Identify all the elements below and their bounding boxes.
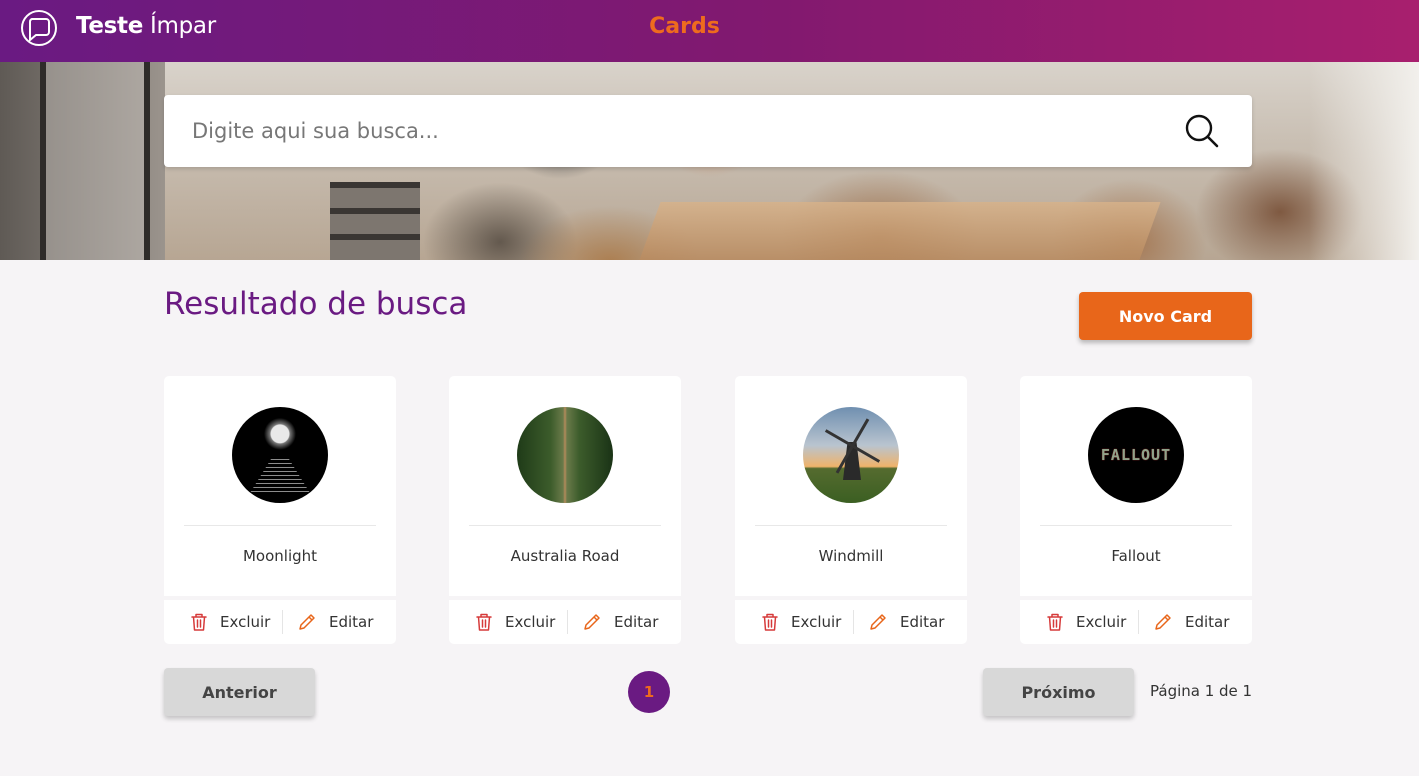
banner-door xyxy=(40,62,150,260)
card-title: Windmill xyxy=(818,547,884,565)
search-icon[interactable] xyxy=(1184,113,1220,149)
page-number-1[interactable]: 1 xyxy=(628,671,670,713)
pencil-icon xyxy=(1155,614,1171,630)
forest-road-image xyxy=(517,407,613,503)
card-divider xyxy=(1040,525,1232,526)
delete-label: Excluir xyxy=(1076,613,1127,631)
next-page-button[interactable]: Próximo xyxy=(983,668,1134,716)
delete-label: Excluir xyxy=(505,613,556,631)
card-actions: Excluir Editar xyxy=(735,600,967,644)
page-title: Cards xyxy=(649,14,720,39)
card-actions: Excluir Editar xyxy=(1020,600,1252,644)
card-divider xyxy=(469,525,661,526)
moon-reflection-waves xyxy=(250,459,310,493)
pencil-icon xyxy=(870,614,886,630)
delete-button[interactable]: Excluir xyxy=(475,600,555,644)
edit-button[interactable]: Editar xyxy=(297,600,373,644)
page-info: Página 1 de 1 xyxy=(1150,682,1253,700)
search-input[interactable] xyxy=(192,95,1152,167)
card-australia-road: Australia Road Excluir Editar xyxy=(449,376,681,644)
action-separator xyxy=(1138,610,1139,634)
card-divider xyxy=(755,525,947,526)
edit-button[interactable]: Editar xyxy=(582,600,658,644)
action-separator xyxy=(853,610,854,634)
previous-page-button[interactable]: Anterior xyxy=(164,668,315,716)
card-moonlight: Moonlight Excluir Editar xyxy=(164,376,396,644)
banner-table xyxy=(639,202,1161,260)
edit-label: Editar xyxy=(900,613,945,631)
trash-icon xyxy=(762,613,778,631)
trash-icon xyxy=(476,613,492,631)
delete-button[interactable]: Excluir xyxy=(761,600,841,644)
edit-button[interactable]: Editar xyxy=(868,600,944,644)
fallout-logo-text: FALLOUT xyxy=(1100,446,1172,464)
trash-icon xyxy=(1047,613,1063,631)
action-separator xyxy=(567,610,568,634)
search-box xyxy=(164,95,1252,167)
edit-label: Editar xyxy=(329,613,374,631)
delete-button[interactable]: Excluir xyxy=(1046,600,1126,644)
delete-label: Excluir xyxy=(220,613,271,631)
banner-shelf xyxy=(330,182,420,260)
card-actions: Excluir Editar xyxy=(449,600,681,644)
new-card-button[interactable]: Novo Card xyxy=(1079,292,1252,340)
card-windmill: Windmill Excluir Editar xyxy=(735,376,967,644)
pencil-icon xyxy=(299,614,315,630)
trash-icon xyxy=(191,613,207,631)
card-body: FALLOUT Fallout xyxy=(1020,376,1252,596)
card-actions: Excluir Editar xyxy=(164,600,396,644)
card-title: Fallout xyxy=(1111,547,1161,565)
card-title: Moonlight xyxy=(242,547,318,565)
edit-label: Editar xyxy=(1185,613,1230,631)
windmill-image xyxy=(803,407,899,503)
delete-button[interactable]: Excluir xyxy=(190,600,270,644)
action-separator xyxy=(282,610,283,634)
edit-button[interactable]: Editar xyxy=(1153,600,1229,644)
pencil-icon xyxy=(584,614,600,630)
card-title: Australia Road xyxy=(510,547,620,565)
edit-label: Editar xyxy=(614,613,659,631)
moon-reflection-image xyxy=(232,407,328,503)
card-fallout: FALLOUT Fallout Excluir Editar xyxy=(1020,376,1252,644)
banner-right-fade xyxy=(1309,62,1419,260)
card-body: Moonlight xyxy=(164,376,396,596)
fallout-logo-image: FALLOUT xyxy=(1088,407,1184,503)
card-body: Australia Road xyxy=(449,376,681,596)
results-title: Resultado de busca xyxy=(164,286,468,322)
card-body: Windmill xyxy=(735,376,967,596)
delete-label: Excluir xyxy=(791,613,842,631)
card-divider xyxy=(184,525,376,526)
top-bar: Teste Ímpar Cards xyxy=(0,0,1419,62)
